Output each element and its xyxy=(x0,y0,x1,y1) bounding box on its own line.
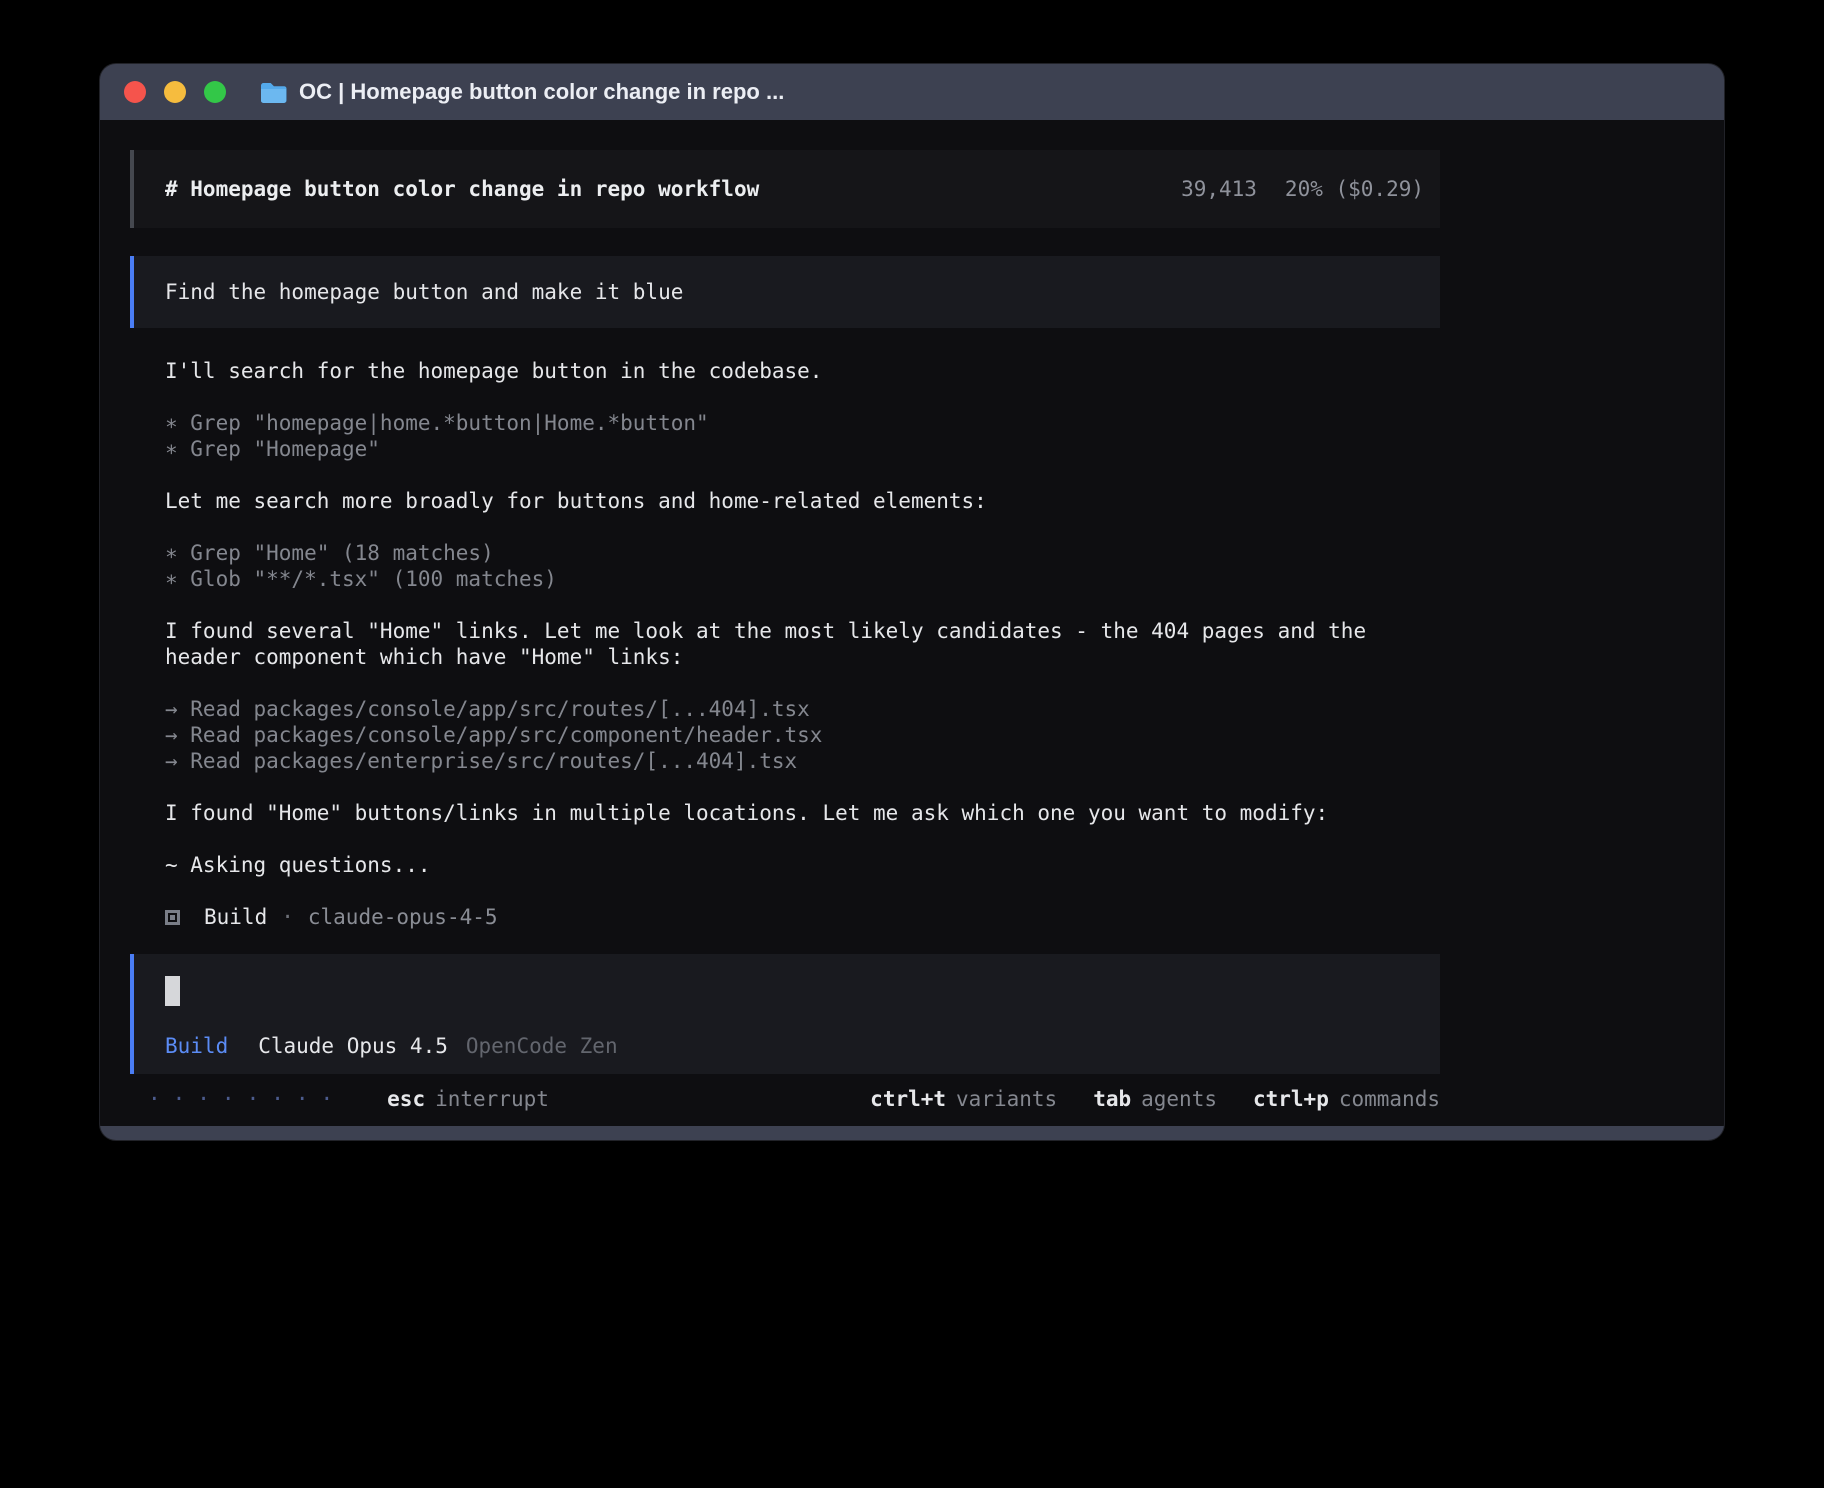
text-cursor xyxy=(165,976,180,1006)
tool-call-read: → Read packages/enterprise/src/routes/[.… xyxy=(165,748,1441,774)
assistant-text: I found "Home" buttons/links in multiple… xyxy=(165,800,1441,826)
titlebar[interactable]: OC | Homepage button color change in rep… xyxy=(100,64,1724,120)
assistant-text: I'll search for the homepage button in t… xyxy=(165,358,1441,384)
provider-label: OpenCode Zen xyxy=(466,1034,618,1058)
tool-call-glob: ∗ Glob "**/*.tsx" (100 matches) xyxy=(165,566,1441,592)
token-count: 39,413 xyxy=(1181,177,1257,201)
agent-model: claude-opus-4-5 xyxy=(308,904,498,930)
window-controls xyxy=(124,81,226,103)
tool-call-read: → Read packages/console/app/src/componen… xyxy=(165,722,1441,748)
tool-call-read: → Read packages/console/app/src/routes/[… xyxy=(165,696,1441,722)
mode-badge: Build xyxy=(165,1034,228,1058)
tool-call-grep: ∗ Grep "Homepage" xyxy=(165,436,1441,462)
zoom-button[interactable] xyxy=(204,81,226,103)
agent-status-line: Build · claude-opus-4-5 xyxy=(165,904,1441,930)
model-label: Claude Opus 4.5 xyxy=(258,1034,448,1058)
prompt-input[interactable]: Build Claude Opus 4.5 OpenCode Zen xyxy=(130,954,1440,1074)
tool-call-grep: ∗ Grep "homepage|home.*button|Home.*butt… xyxy=(165,410,1441,436)
esc-key-label: interrupt xyxy=(435,1087,549,1111)
assistant-text: I found several "Home" links. Let me loo… xyxy=(165,618,1441,670)
close-button[interactable] xyxy=(124,81,146,103)
assistant-output: I'll search for the homepage button in t… xyxy=(165,358,1441,930)
shortcut-variants: ctrl+tvariants xyxy=(870,1086,1057,1112)
input-meta: Build Claude Opus 4.5 OpenCode Zen xyxy=(165,1034,1409,1058)
context-usage: 20% ($0.29) xyxy=(1285,177,1424,201)
user-message-text: Find the homepage button and make it blu… xyxy=(165,280,683,304)
agent-icon xyxy=(165,910,180,925)
esc-key-hint: esc xyxy=(387,1087,425,1111)
session-header: # Homepage button color change in repo w… xyxy=(130,150,1440,228)
terminal-window: OC | Homepage button color change in rep… xyxy=(100,64,1724,1140)
folder-icon xyxy=(260,81,287,103)
user-message: Find the homepage button and make it blu… xyxy=(130,256,1440,328)
agent-name: Build xyxy=(204,904,267,930)
shortcut-commands: ctrl+pcommands xyxy=(1253,1086,1440,1112)
minimize-button[interactable] xyxy=(164,81,186,103)
terminal-body: # Homepage button color change in repo w… xyxy=(100,120,1724,1126)
shortcut-agents: tabagents xyxy=(1093,1086,1217,1112)
assistant-text: Let me search more broadly for buttons a… xyxy=(165,488,1441,514)
status-bar: ········ esc interrupt ctrl+tvariants tab… xyxy=(130,1086,1440,1112)
spinner-dots: ········ xyxy=(148,1086,345,1112)
session-title: # Homepage button color change in repo w… xyxy=(165,177,759,201)
tool-call-grep: ∗ Grep "Home" (18 matches) xyxy=(165,540,1441,566)
separator-dot: · xyxy=(281,904,294,930)
asking-status: ~ Asking questions... xyxy=(165,852,1441,878)
window-title: OC | Homepage button color change in rep… xyxy=(299,79,784,105)
